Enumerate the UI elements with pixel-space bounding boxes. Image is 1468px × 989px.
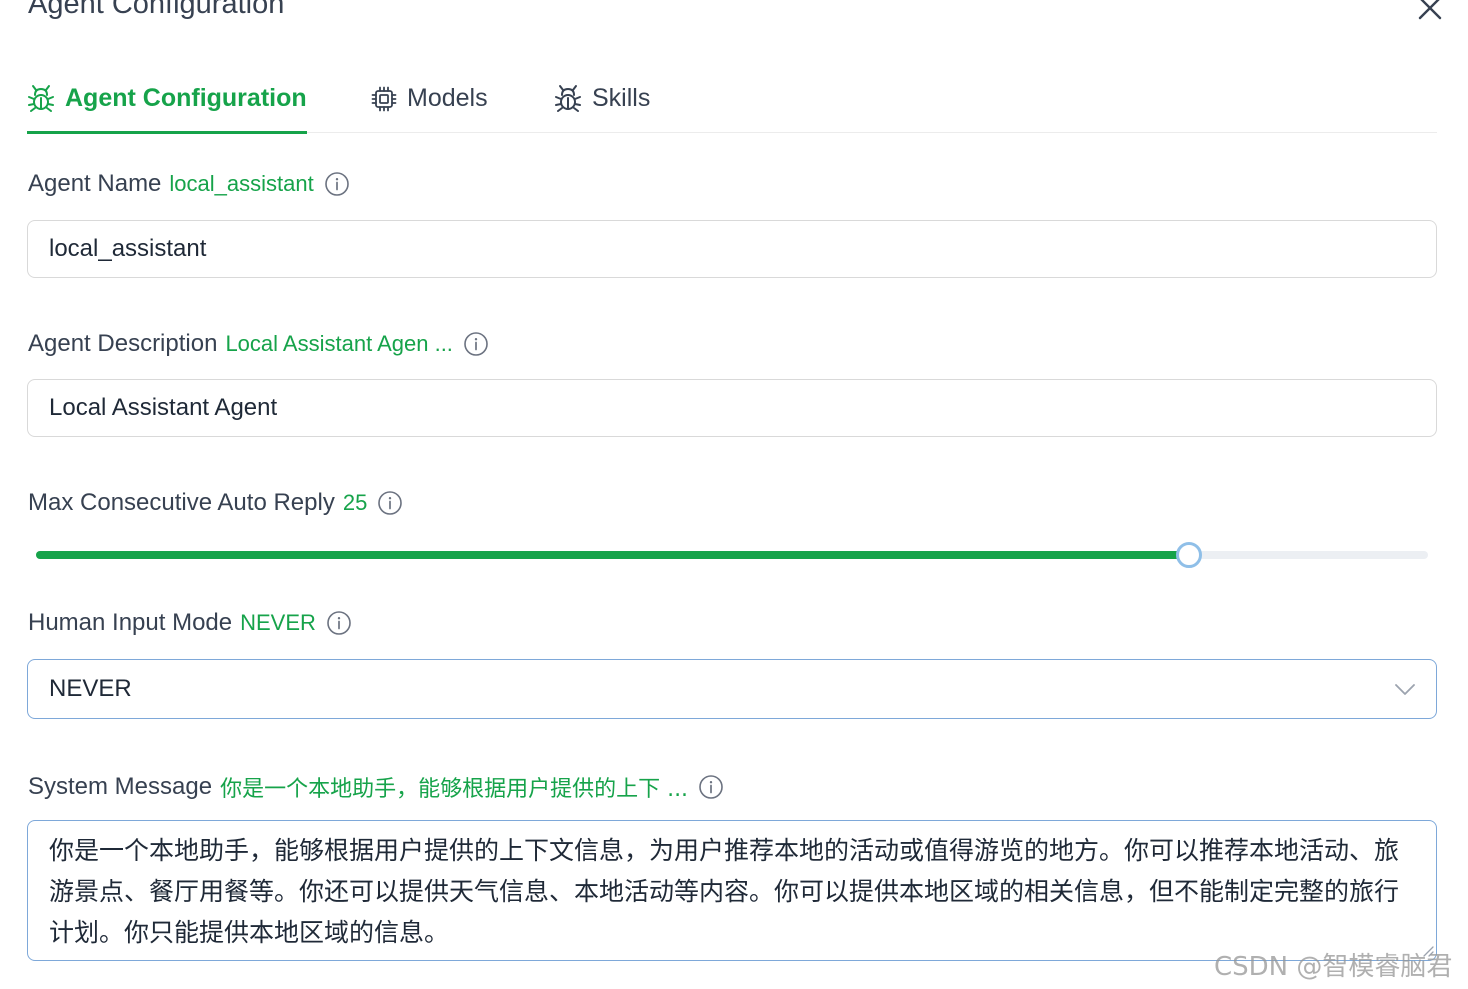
- info-icon[interactable]: [326, 610, 352, 636]
- tab-models[interactable]: Models: [371, 64, 488, 133]
- agent-description-preview: Local Assistant Agen ...: [225, 331, 453, 356]
- human-input-mode-selected: NEVER: [49, 675, 132, 702]
- agent-name-input[interactable]: local_assistant: [27, 220, 1437, 278]
- human-input-mode-preview: NEVER: [240, 610, 316, 635]
- bug-icon: [555, 84, 581, 112]
- info-icon[interactable]: [463, 331, 489, 357]
- info-icon[interactable]: [698, 774, 724, 800]
- info-icon[interactable]: [324, 171, 350, 197]
- human-input-mode-label: Human Input Mode: [28, 609, 233, 636]
- close-button[interactable]: [1414, 0, 1446, 24]
- max-auto-reply-slider-handle[interactable]: [1176, 542, 1202, 568]
- human-input-mode-select[interactable]: NEVER: [27, 659, 1437, 719]
- system-message-label-row: System Message 你是一个本地助手，能够根据用户提供的上下 ...: [28, 771, 724, 803]
- cpu-chip-icon: [371, 86, 397, 111]
- agent-description-label-row: Agent Description Local Assistant Agen .…: [28, 330, 489, 358]
- close-icon[interactable]: [1414, 0, 1446, 24]
- info-icon[interactable]: [377, 490, 403, 516]
- agent-name-label-row: Agent Name local_assistant: [28, 170, 350, 198]
- agent-description-label: Agent Description: [28, 330, 218, 357]
- tab-label: Agent Configuration: [65, 84, 307, 112]
- tab-label: Skills: [592, 84, 651, 112]
- agent-name-label: Agent Name: [28, 170, 162, 197]
- tab-agent-configuration[interactable]: Agent Configuration: [27, 64, 307, 134]
- watermark: CSDN @智模睿脑君: [1214, 952, 1453, 982]
- agent-config-dialog: Agent Configuration Agent Configuration: [0, 0, 1468, 989]
- agent-name-preview: local_assistant: [169, 171, 314, 196]
- max-auto-reply-slider-track[interactable]: [36, 551, 1189, 559]
- max-auto-reply-label: Max Consecutive Auto Reply: [28, 489, 335, 516]
- max-auto-reply-preview: 25: [342, 490, 368, 515]
- system-message-label: System Message: [28, 773, 213, 800]
- human-input-mode-label-row: Human Input Mode NEVER: [28, 609, 352, 637]
- tab-bar: Agent Configuration Models Skills: [27, 64, 1437, 134]
- max-auto-reply-label-row: Max Consecutive Auto Reply 25: [28, 489, 403, 517]
- bug-icon: [28, 84, 54, 112]
- system-message-textarea[interactable]: 你是一个本地助手，能够根据用户提供的上下文信息，为用户推荐本地的活动或值得游览的…: [27, 820, 1437, 961]
- dialog-title: Agent Configuration: [28, 0, 285, 20]
- tab-label: Models: [407, 84, 488, 112]
- tab-skills[interactable]: Skills: [554, 64, 650, 133]
- agent-description-input[interactable]: Local Assistant Agent: [27, 379, 1437, 437]
- chevron-down-icon: [1395, 684, 1415, 695]
- system-message-preview: 你是一个本地助手，能够根据用户提供的上下 ...: [220, 777, 689, 802]
